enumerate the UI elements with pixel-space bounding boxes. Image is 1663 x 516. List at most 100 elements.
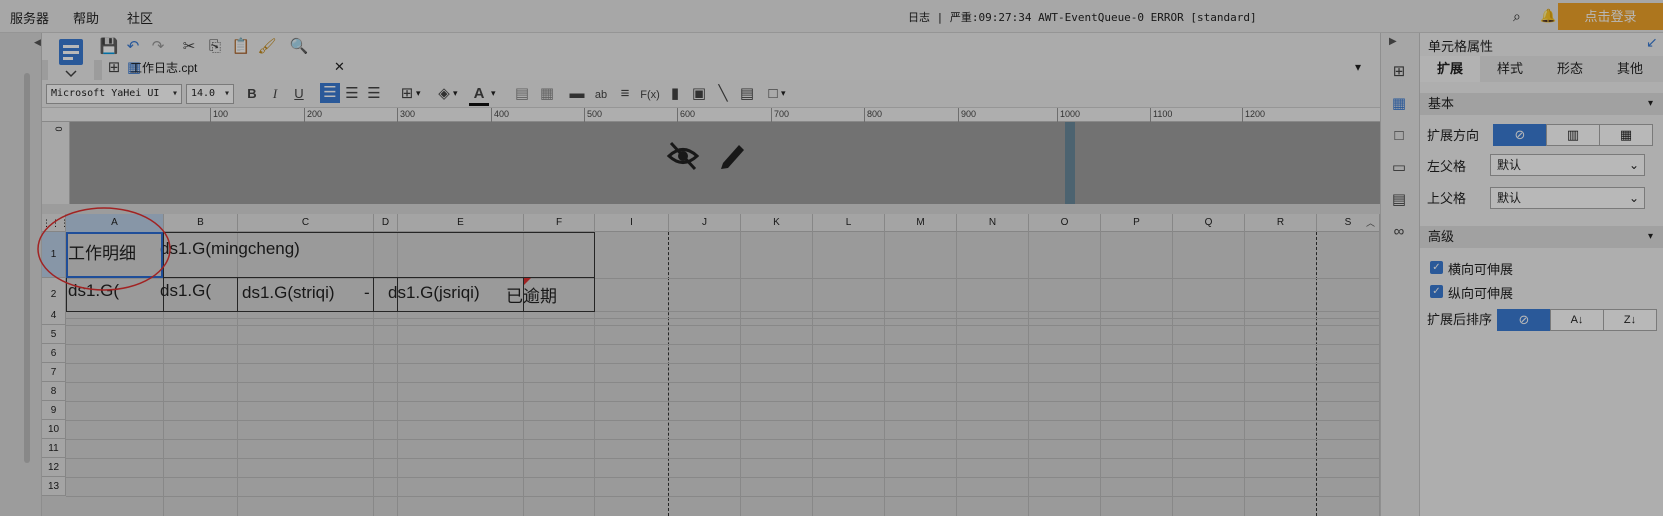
chart-icon[interactable]: ▮ [665,85,685,103]
align-center-icon[interactable]: ☰ [342,85,362,103]
column-header-k[interactable]: K [741,214,813,232]
align-right-icon[interactable]: ☰ [364,85,384,103]
column-header-f[interactable]: F [524,214,595,232]
left-scrollbar[interactable] [24,73,30,463]
cell-d2[interactable]: - [364,283,370,303]
chevron-down-icon[interactable]: ▾ [416,88,421,99]
unmerge-icon[interactable]: ▦ [537,85,557,103]
cell-f2[interactable]: 已逾期 [506,282,557,307]
row-header-7[interactable]: 7 [42,363,66,382]
column-header-l[interactable]: L [813,214,885,232]
column-header-c[interactable]: C [238,214,374,232]
menu-server[interactable]: 服务器 [10,8,49,27]
vertical-expand-checkbox[interactable]: ✓ [1430,285,1443,298]
chevron-down-icon[interactable]: ▾ [453,88,458,99]
float-element-icon[interactable]: □ [1389,127,1409,145]
sort-descending-button[interactable]: Z↓ [1603,309,1657,331]
cell-attribute-icon[interactable]: ▦ [1389,95,1409,113]
basic-section[interactable]: 基本 ▾ [1420,93,1663,115]
formula-button[interactable]: F(x) [638,86,662,104]
preview-icon[interactable]: 🔍 [289,38,309,56]
tab-style[interactable]: 样式 [1480,56,1540,82]
image-icon[interactable]: ▣ [689,85,709,103]
chevron-down-icon[interactable]: ▾ [781,88,786,99]
row-header-5[interactable]: 5 [42,325,66,344]
top-parent-select[interactable]: 默认 ⌄ [1490,187,1645,209]
text-button[interactable]: ab [591,86,611,104]
cut-icon[interactable]: ✂ [179,38,199,56]
rich-text-icon[interactable]: ≡ [615,85,635,103]
tab-form[interactable]: 形态 [1540,56,1600,82]
border-icon[interactable]: ⊞ [397,85,417,103]
column-header-n[interactable]: N [957,214,1029,232]
font-size-select[interactable]: 14.0 ▾ [186,84,234,104]
menu-community[interactable]: 社区 [127,8,153,27]
expand-vertical-button[interactable]: ▥ [1546,124,1600,146]
row-header-4[interactable]: 4 [42,306,66,325]
merge-icon[interactable]: ▤ [512,85,532,103]
grid-icon[interactable]: ⊞ [104,59,124,77]
row-header-13[interactable]: 13 [42,477,66,496]
sub-report-icon[interactable]: ▤ [737,85,757,103]
scroll-up-icon[interactable]: ︿ [1366,216,1375,229]
column-header-m[interactable]: M [885,214,957,232]
redo-icon[interactable]: ↷ [148,38,168,56]
line-icon[interactable]: ▬ [567,85,587,103]
column-header-r[interactable]: R [1245,214,1317,232]
page-header-area[interactable] [42,122,1380,204]
pencil-icon[interactable] [717,139,749,171]
row-header-12[interactable]: 12 [42,458,66,477]
close-icon[interactable]: ✕ [334,59,345,75]
column-header-j[interactable]: J [669,214,741,232]
expand-horizontal-button[interactable]: ▦ [1599,124,1653,146]
search-icon[interactable]: ⌕ [1513,8,1521,25]
tab-expand[interactable]: 扩展 [1420,56,1480,82]
column-header-o[interactable]: O [1029,214,1101,232]
chevron-down-icon[interactable]: ▾ [491,88,496,99]
cell-element-icon[interactable]: ⊞ [1389,63,1409,81]
expand-none-button[interactable]: ⊘ [1493,124,1547,146]
row-header-8[interactable]: 8 [42,382,66,401]
expand-panel-icon[interactable]: ↙ [1646,34,1658,51]
format-painter-icon[interactable]: 🖌 [257,38,277,56]
column-header-q[interactable]: Q [1173,214,1245,232]
row-header-10[interactable]: 10 [42,420,66,439]
sort-ascending-button[interactable]: A↓ [1550,309,1604,331]
column-header-d[interactable]: D [374,214,398,232]
tab-other[interactable]: 其他 [1600,56,1660,82]
template-menu[interactable] [48,33,94,81]
bell-icon[interactable]: 🔔 [1540,8,1556,24]
paste-icon[interactable]: 📋 [231,38,251,56]
cell-c2[interactable]: ds1.G(striqi) [242,283,335,303]
menu-help[interactable]: 帮助 [73,8,99,27]
spreadsheet-grid[interactable]: ⋮⋮⋮ ABCDEFIJKLMNOPQRS 1 2 4 5 6 7 8 9 10 11 12 13 工作… [42,214,1380,516]
bold-button[interactable]: B [242,85,262,103]
row-header-6[interactable]: 6 [42,344,66,363]
insert-cell-icon[interactable]: □ [763,85,783,103]
widget-icon[interactable]: ▭ [1389,159,1409,177]
cell-b1[interactable]: ds1.G(mingcheng) [160,239,300,259]
tab-file[interactable]: 工作日志.cpt [130,56,197,80]
hyperlink-icon[interactable]: ∞ [1389,223,1409,241]
column-header-p[interactable]: P [1101,214,1173,232]
collapse-left-icon[interactable]: ◀ [34,37,41,48]
left-parent-select[interactable]: 默认 ⌄ [1490,154,1645,176]
row-header-9[interactable]: 9 [42,401,66,420]
font-color-icon[interactable]: A [469,85,489,106]
copy-icon[interactable]: ⎘ [205,38,225,56]
save-icon[interactable]: 💾 [99,38,119,56]
fill-color-icon[interactable]: ◈ [434,85,454,103]
font-name-select[interactable]: Microsoft YaHei UI ▾ [46,84,182,104]
advanced-section[interactable]: 高级 ▾ [1420,226,1663,248]
eye-slash-icon[interactable] [666,139,700,173]
collapse-right-icon[interactable]: ▶ [1389,36,1397,47]
dropdown-panel-icon[interactable]: ▾ [1355,60,1361,74]
column-header-b[interactable]: B [164,214,238,232]
italic-button[interactable]: I [265,85,285,103]
log-message[interactable]: 日志 | 严重:09:27:34 AWT-EventQueue-0 ERROR … [908,9,1257,25]
align-left-icon[interactable]: ☰ [320,83,340,103]
cell-e2[interactable]: ds1.G(jsriqi) [388,283,480,303]
condition-icon[interactable]: ▤ [1389,191,1409,209]
slash-icon[interactable]: ╲ [713,85,733,103]
sort-none-button[interactable]: ⊘ [1497,309,1551,331]
